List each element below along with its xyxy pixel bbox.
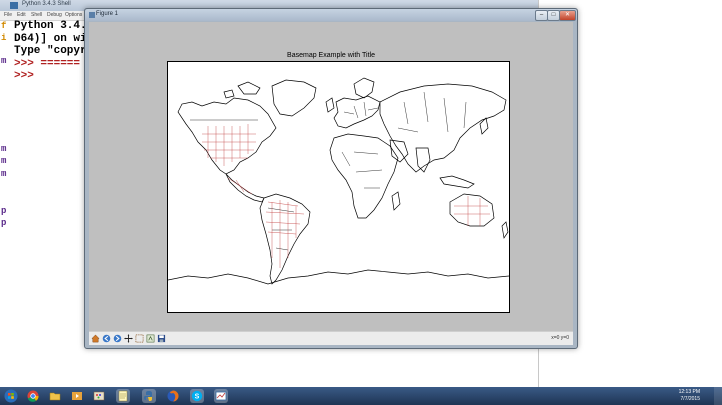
taskbar-skype[interactable]: S	[190, 389, 204, 403]
plot-title: Basemap Example with Title	[287, 52, 375, 59]
zoom-button[interactable]	[135, 334, 144, 343]
north-america-outline	[177, 97, 277, 175]
admin-boundaries	[202, 124, 490, 268]
back-arrow-icon	[102, 334, 111, 343]
menu-shell[interactable]: Shell	[31, 12, 42, 18]
media-player-icon	[72, 392, 82, 400]
python-icon	[144, 391, 152, 401]
tray-time: 12:13 PM	[678, 389, 700, 395]
figure-window: Figure 1 – □ ✕ Basemap Example with Titl…	[84, 8, 578, 349]
figure-canvas[interactable]: Basemap Example with Title	[89, 22, 573, 331]
shell-output-line: Python 3.4.	[14, 20, 87, 32]
antarctica-outline	[167, 269, 510, 285]
taskbar-media[interactable]	[70, 389, 84, 403]
gutter-char: p	[1, 218, 7, 228]
central-america-outline	[225, 173, 265, 203]
india-outline	[415, 147, 431, 173]
gutter-char: f	[1, 21, 7, 31]
paint-icon	[93, 391, 105, 401]
windows-start-icon	[4, 389, 18, 403]
menu-edit[interactable]: Edit	[17, 12, 26, 18]
menu-debug[interactable]: Debug	[47, 12, 62, 18]
forward-arrow-icon	[113, 334, 122, 343]
python-figure-icon	[215, 391, 227, 401]
shell-output-line: D64)] on wi	[14, 32, 87, 45]
shell-gutter: f i m m m m p p	[0, 20, 12, 387]
cursor-coordinates: x=0 y=0	[551, 335, 569, 341]
menu-file[interactable]: File	[4, 12, 12, 18]
taskbar-firefox[interactable]	[166, 389, 180, 403]
configure-subplots-icon	[146, 334, 155, 343]
start-button[interactable]	[4, 389, 18, 403]
firefox-icon	[167, 390, 179, 402]
zoom-icon	[135, 334, 144, 343]
gutter-char: m	[1, 144, 7, 154]
notepad-icon	[118, 390, 128, 402]
africa-outline	[329, 133, 399, 219]
figure-titlebar[interactable]: Figure 1 – □ ✕	[85, 9, 577, 21]
new-zealand-outline	[501, 221, 509, 239]
australia-outline	[449, 193, 495, 227]
svg-text:S: S	[195, 394, 200, 401]
gutter-char: m	[1, 156, 7, 166]
taskbar-paint[interactable]	[92, 389, 106, 403]
gutter-char: p	[1, 206, 7, 216]
taskbar-chrome[interactable]	[26, 389, 40, 403]
scandinavia-outline	[353, 77, 375, 99]
gutter-char: m	[1, 169, 7, 179]
pan-button[interactable]	[124, 334, 133, 343]
configure-button[interactable]	[146, 334, 155, 343]
tray-date: 7/7/2015	[680, 396, 700, 402]
pan-icon	[124, 334, 133, 343]
south-america-outline	[259, 193, 311, 285]
chrome-icon	[27, 390, 39, 402]
menu-options[interactable]: Options	[65, 12, 82, 18]
taskbar-python[interactable]	[142, 389, 156, 403]
python-icon	[10, 2, 18, 9]
greenland-outline	[271, 79, 317, 117]
taskbar-notepad[interactable]	[116, 389, 130, 403]
shell-title: Python 3.4.3 Shell	[22, 1, 71, 7]
home-button[interactable]	[91, 334, 100, 343]
uk-outline	[325, 97, 335, 113]
world-map	[167, 77, 510, 285]
figure-toolbar: x=0 y=0	[89, 331, 573, 345]
home-icon	[91, 334, 100, 343]
madagascar-outline	[391, 191, 401, 211]
taskbar-folder[interactable]	[48, 389, 62, 403]
shell-prompt-line: >>> ======	[14, 57, 81, 70]
save-disk-icon	[157, 334, 166, 343]
save-button[interactable]	[157, 334, 166, 343]
shell-prompt-line: >>>	[14, 70, 34, 82]
figure-client: Basemap Example with Title x=0 y=0	[89, 22, 573, 345]
gutter-char: m	[1, 56, 7, 66]
arabia-outline	[389, 139, 409, 163]
shell-output-line: Type "copyr	[14, 45, 87, 57]
europe-outline	[333, 95, 381, 129]
forward-button[interactable]	[113, 334, 122, 343]
system-tray-clock[interactable]: 12:13 PM 7/7/2015	[679, 389, 700, 403]
skype-icon: S	[191, 390, 203, 402]
taskbar-figure[interactable]	[214, 389, 228, 403]
map-axes[interactable]	[167, 61, 510, 313]
canada-islands	[223, 81, 261, 99]
indonesia-outline	[439, 175, 475, 189]
back-button[interactable]	[102, 334, 111, 343]
folder-icon	[49, 392, 61, 401]
taskbar: S 12:13 PM 7/7/2015	[0, 387, 722, 405]
figure-window-title: Figure 1	[96, 11, 119, 17]
close-button[interactable]: ✕	[559, 10, 576, 21]
show-desktop-button[interactable]	[714, 387, 722, 405]
gutter-char: i	[1, 33, 7, 43]
figure-icon	[89, 12, 95, 18]
